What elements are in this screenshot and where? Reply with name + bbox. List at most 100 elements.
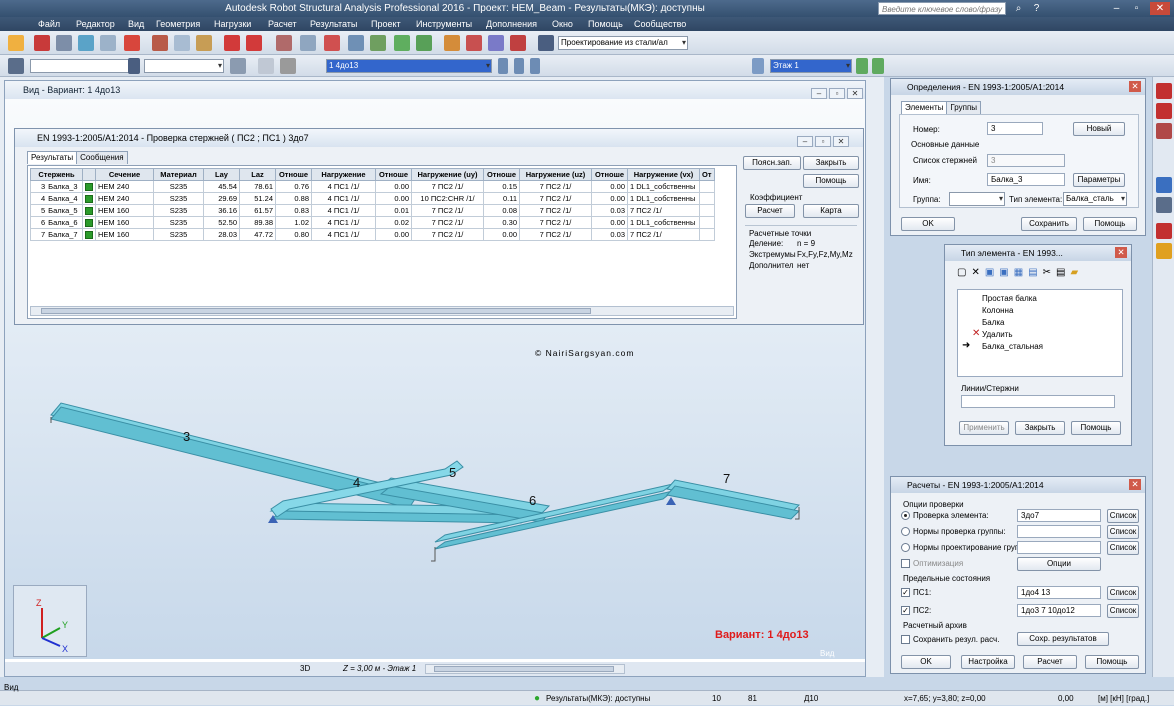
help-icon[interactable]: ? [1030, 2, 1043, 15]
menu-item-loads[interactable]: Нагрузки [214, 17, 251, 31]
col-ratio[interactable]: Отноше [275, 168, 312, 181]
scissors-icon[interactable]: ✂ [1043, 267, 1056, 278]
member-check-field[interactable]: 3до7 [1017, 509, 1101, 522]
map-button[interactable]: Карта [803, 204, 859, 218]
group-design-field[interactable] [1017, 541, 1101, 554]
menu-item-addins[interactable]: Дополнения [486, 17, 537, 31]
screen-capture-icon[interactable] [100, 35, 116, 51]
ps1-field[interactable]: 1до4 13 [1017, 586, 1101, 599]
col-case[interactable]: Нагружение [311, 168, 376, 181]
group-check-field[interactable] [1017, 525, 1101, 538]
col-lay[interactable]: Lay [203, 168, 240, 181]
open-icon[interactable] [8, 35, 24, 51]
col-status[interactable] [82, 168, 96, 181]
list-button[interactable]: Список [1107, 525, 1139, 539]
results-hscroll[interactable] [30, 306, 734, 316]
box-icon[interactable] [1156, 243, 1172, 259]
bar-selection-combo[interactable] [144, 59, 224, 73]
new-icon[interactable]: ▢ [957, 267, 971, 278]
menu-item-file[interactable]: Файл [38, 17, 60, 31]
view-hscroll[interactable] [425, 664, 625, 674]
redo-icon[interactable] [246, 35, 262, 51]
glasses-icon[interactable] [1156, 123, 1172, 139]
ps2-checkbox[interactable]: ✓ [901, 606, 910, 615]
col-material[interactable]: Материал [153, 168, 204, 181]
close-button[interactable]: Закрыть [803, 156, 859, 170]
menu-item-community[interactable]: Сообщество [634, 17, 686, 31]
analysis-icon[interactable] [488, 35, 504, 51]
view-close-icon[interactable]: ✕ [847, 88, 863, 99]
menu-item-project[interactable]: Проект [371, 17, 401, 31]
list-item[interactable]: Колонна [982, 306, 1013, 315]
folder-icon[interactable]: ▰ [1071, 267, 1084, 278]
col-section[interactable]: Сечение [95, 168, 154, 181]
restore-icon[interactable]: ▫ [1130, 2, 1143, 15]
type-combo[interactable]: Балка_сталь [1063, 192, 1127, 206]
lines-field[interactable] [961, 395, 1115, 408]
list-button[interactable]: Список [1107, 509, 1139, 523]
setup-button[interactable]: Настройка [961, 655, 1015, 669]
cut-icon[interactable] [152, 35, 168, 51]
mode-3d-label[interactable]: 3D [300, 664, 310, 673]
sections-icon[interactable] [444, 35, 460, 51]
members-list-field[interactable]: 3 [987, 154, 1065, 167]
prev-case-icon[interactable] [498, 58, 508, 74]
tab-groups[interactable]: Группы [946, 101, 982, 114]
ok-button[interactable]: OK [901, 217, 955, 231]
story-combo[interactable]: Этаж 1 [770, 59, 852, 73]
calculator-icon[interactable] [276, 35, 292, 51]
col-ratio-vx[interactable]: Отноше [591, 168, 628, 181]
list-item[interactable]: Удалить [982, 330, 1013, 339]
calc-ok-button[interactable]: OK [901, 655, 951, 669]
group-combo[interactable] [949, 192, 1005, 206]
print-icon[interactable] [56, 35, 72, 51]
ps1-checkbox[interactable]: ✓ [901, 588, 910, 597]
tree-view-icon[interactable]: ▣ [999, 267, 1013, 278]
table-row[interactable]: 5 Балка_5 HEM 160 S235 36.16 61.57 0.83 4 ПС1 /… [30, 204, 715, 217]
menu-item-tools[interactable]: Инструменты [416, 17, 472, 31]
menu-item-editor[interactable]: Редактор [76, 17, 115, 31]
options-button[interactable]: Опции [1017, 557, 1101, 571]
list-icon[interactable]: ▣ [985, 267, 999, 278]
layout-icon[interactable] [538, 35, 554, 51]
col-more[interactable]: От [699, 168, 715, 181]
load-case-combo[interactable]: 1 4до13 [326, 59, 492, 73]
zoom-all-icon[interactable] [394, 35, 410, 51]
camera-icon[interactable] [124, 35, 140, 51]
definitions-help-button[interactable]: Помощь [1083, 217, 1137, 231]
case-color-icon[interactable] [280, 58, 296, 74]
menu-item-help[interactable]: Помощь [588, 17, 623, 31]
menu-item-window[interactable]: Окно [552, 17, 573, 31]
col-case-uy[interactable]: Нагружение (uy) [411, 168, 484, 181]
save-button[interactable]: Сохранить [1021, 217, 1077, 231]
list-button[interactable]: Список [1107, 604, 1139, 618]
copy-type-icon[interactable]: ▤ [1056, 267, 1070, 278]
tab-elements[interactable]: Элементы [901, 101, 948, 114]
name-field[interactable]: Балка_3 [987, 173, 1065, 186]
member-type-icon[interactable] [1156, 103, 1172, 119]
story-icon[interactable] [752, 58, 764, 74]
definitions-close-icon[interactable]: ✕ [1129, 81, 1141, 92]
view-restore-icon[interactable]: ▫ [829, 88, 845, 99]
new-button[interactable]: Новый [1073, 122, 1125, 136]
structure-icon[interactable] [1156, 197, 1172, 213]
save-icon[interactable] [34, 35, 50, 51]
run-calc-button[interactable]: Расчет [1023, 655, 1077, 669]
notes-button[interactable]: Поясн.зап. [743, 156, 801, 170]
display-icon[interactable] [230, 58, 246, 74]
ps2-field[interactable]: 1до3 7 10до12 [1017, 604, 1101, 617]
number-field[interactable]: 3 [987, 122, 1043, 135]
table-icon[interactable] [300, 35, 316, 51]
optimization-checkbox[interactable] [901, 559, 910, 568]
type-close-button[interactable]: Закрыть [1015, 421, 1065, 435]
table-view-icon[interactable] [1156, 177, 1172, 193]
search-input[interactable]: Введите ключевое слово/фразу [878, 2, 1006, 15]
print-preview-icon[interactable] [78, 35, 94, 51]
apply-button[interactable]: Применить [959, 421, 1009, 435]
params-button[interactable]: Параметры [1073, 173, 1125, 187]
zoom-icon[interactable] [348, 35, 364, 51]
view-minimize-icon[interactable]: – [811, 88, 827, 99]
calculations-close-icon[interactable]: ✕ [1129, 479, 1141, 490]
check-restore-icon[interactable]: ▫ [815, 136, 831, 147]
wrench-icon[interactable] [510, 35, 526, 51]
